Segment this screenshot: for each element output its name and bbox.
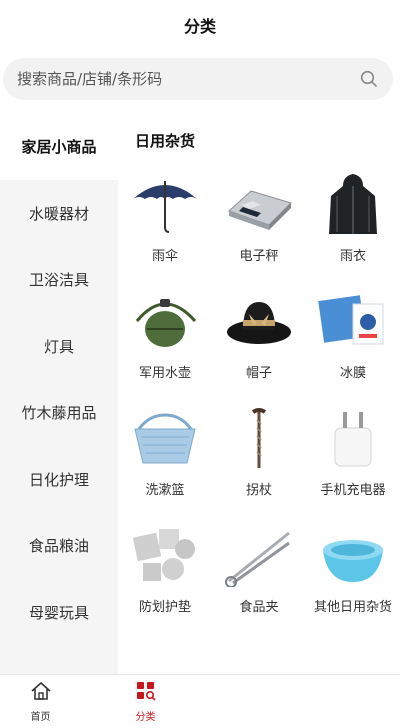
category-sidebar: 家居小商品 水暖器材 卫浴洁具 灯具 竹木藤用品 日化护理 食品粮油 母婴玩具 <box>0 112 118 674</box>
product-panel: 日用杂货 雨伞 电子秤 雨衣 军用水壶 帽子 冰膜 洗漱篮 拐杖 手机充电器 防… <box>118 112 400 674</box>
product-item-charger[interactable]: 手机充电器 <box>306 406 400 523</box>
sidebar-item-label: 竹木藤用品 <box>21 404 97 423</box>
nav-category-label: 分类 <box>135 711 156 723</box>
product-label: 食品夹 <box>239 600 279 615</box>
canteen-image <box>127 289 203 355</box>
home-icon <box>30 681 52 705</box>
hat-image <box>221 289 297 355</box>
felt-pads-image <box>127 523 203 589</box>
sidebar-item-bamboo[interactable]: 竹木藤用品 <box>0 380 118 447</box>
page-title: 分类 <box>183 17 216 36</box>
nav-home[interactable]: 首页 <box>13 675 68 728</box>
sidebar-item-plumbing[interactable]: 水暖器材 <box>0 180 118 247</box>
search-bar[interactable] <box>3 58 393 100</box>
search-input[interactable] <box>17 70 359 88</box>
product-label: 军用水壶 <box>138 366 191 381</box>
charger-image <box>315 406 391 472</box>
nav-home-label: 首页 <box>30 711 51 723</box>
product-item-canteen[interactable]: 军用水壶 <box>118 289 212 406</box>
ice-pack-image <box>315 289 391 355</box>
bowl-image <box>315 523 391 589</box>
product-item-ice-pack[interactable]: 冰膜 <box>306 289 400 406</box>
product-label: 防划护垫 <box>138 600 191 615</box>
bottom-nav: 首页 分类 <box>0 674 400 728</box>
sidebar-item-label: 母婴玩具 <box>28 603 89 622</box>
product-label: 手机充电器 <box>320 483 386 498</box>
product-label: 拐杖 <box>245 483 272 498</box>
header: 分类 <box>0 0 400 50</box>
nav-category[interactable]: 分类 <box>118 675 173 728</box>
product-label: 其他日用杂货 <box>313 600 392 615</box>
product-item-scale[interactable]: 电子秤 <box>212 172 306 289</box>
product-label: 帽子 <box>245 366 272 381</box>
product-item-cane[interactable]: 拐杖 <box>212 406 306 523</box>
sidebar-item-daily-care[interactable]: 日化护理 <box>0 446 118 513</box>
sidebar-item-sanitary[interactable]: 卫浴洁具 <box>0 247 118 314</box>
sidebar-item-label: 灯具 <box>43 337 74 356</box>
product-label: 电子秤 <box>239 249 279 264</box>
sidebar-item-lighting[interactable]: 灯具 <box>0 313 118 380</box>
umbrella-image <box>127 172 203 238</box>
sidebar-item-label: 食品粮油 <box>28 537 89 556</box>
product-item-hat[interactable]: 帽子 <box>212 289 306 406</box>
product-label: 雨伞 <box>151 249 178 264</box>
sidebar-item-baby-toys[interactable]: 母婴玩具 <box>0 579 118 646</box>
product-grid: 雨伞 电子秤 雨衣 军用水壶 帽子 冰膜 洗漱篮 拐杖 手机充电器 防划护垫 食… <box>118 172 400 640</box>
sidebar-item-household[interactable]: 家居小商品 <box>0 112 118 180</box>
raincoat-image <box>315 172 391 238</box>
sidebar-item-label: 卫浴洁具 <box>28 271 89 290</box>
product-item-umbrella[interactable]: 雨伞 <box>118 172 212 289</box>
product-label: 雨衣 <box>339 249 366 264</box>
product-item-raincoat[interactable]: 雨衣 <box>306 172 400 289</box>
cane-image <box>221 406 297 472</box>
product-item-basket[interactable]: 洗漱篮 <box>118 406 212 523</box>
product-item-other-goods[interactable]: 其他日用杂货 <box>306 523 400 640</box>
product-item-tongs[interactable]: 食品夹 <box>212 523 306 640</box>
sidebar-item-food[interactable]: 食品粮油 <box>0 513 118 580</box>
category-icon <box>135 681 157 705</box>
product-label: 洗漱篮 <box>145 483 185 498</box>
product-label: 冰膜 <box>339 366 366 381</box>
tongs-image <box>221 523 297 589</box>
section-title: 日用杂货 <box>135 132 196 150</box>
scale-image <box>221 172 297 238</box>
sidebar-item-label: 家居小商品 <box>21 137 97 156</box>
basket-image <box>127 406 203 472</box>
search-icon[interactable] <box>359 69 379 89</box>
sidebar-item-label: 日化护理 <box>28 470 89 489</box>
sidebar-item-label: 水暖器材 <box>28 204 89 223</box>
product-item-felt-pads[interactable]: 防划护垫 <box>118 523 212 640</box>
